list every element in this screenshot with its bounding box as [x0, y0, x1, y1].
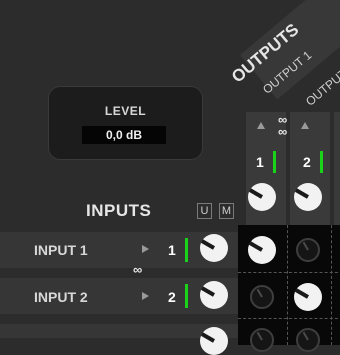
matrix-grid-line [331, 225, 333, 345]
input-1-select-icon[interactable] [142, 245, 149, 253]
output-1-gain-knob-icon[interactable] [248, 183, 276, 211]
input-1-label: INPUT 1 [34, 242, 88, 258]
matrix-knob-in2-out2-icon[interactable] [294, 283, 322, 311]
matrix-grid-line [238, 272, 340, 274]
input-3-gain-knob-icon[interactable] [200, 327, 228, 355]
unmute-all-button[interactable]: U [197, 203, 212, 219]
output-1-select-icon[interactable] [257, 122, 265, 129]
output-2-select-icon[interactable] [301, 122, 309, 129]
matrix-knob-in2-out1-icon[interactable] [250, 285, 274, 309]
matrix-knob-in1-out2-icon[interactable] [296, 238, 320, 262]
input-1-number: 1 [168, 242, 176, 258]
matrix-grid-line [287, 225, 289, 345]
output-3-strip [334, 112, 340, 225]
output-1-number: 1 [256, 154, 264, 170]
input-2-gain-knob-icon[interactable] [200, 281, 228, 309]
output-2-meter [320, 151, 323, 173]
input-1-gain-knob-icon[interactable] [200, 234, 228, 262]
output-2-number: 2 [303, 154, 311, 170]
input-1-meter [185, 238, 188, 262]
matrix-knob-in3-out1-icon[interactable] [250, 328, 274, 352]
input-2-number: 2 [168, 289, 176, 305]
inputs-title: INPUTS [86, 201, 152, 220]
mute-all-button[interactable]: M [219, 203, 234, 219]
input-2-meter [185, 284, 188, 308]
output-2-gain-knob-icon[interactable] [294, 183, 322, 211]
output-link-icon[interactable]: ∞ ∞ [278, 113, 287, 138]
matrix-knob-in1-out1-icon[interactable] [248, 236, 276, 264]
output-1-meter [273, 151, 276, 173]
level-panel [48, 86, 203, 160]
input-2-select-icon[interactable] [142, 292, 149, 300]
input-2-label: INPUT 2 [34, 289, 88, 305]
level-value-field[interactable]: 0,0 dB [82, 126, 166, 144]
matrix-knob-in3-out2-icon[interactable] [296, 328, 320, 352]
input-link-icon[interactable]: ∞ [133, 262, 142, 277]
matrix-grid-line [238, 318, 340, 320]
level-label: LEVEL [104, 104, 147, 118]
